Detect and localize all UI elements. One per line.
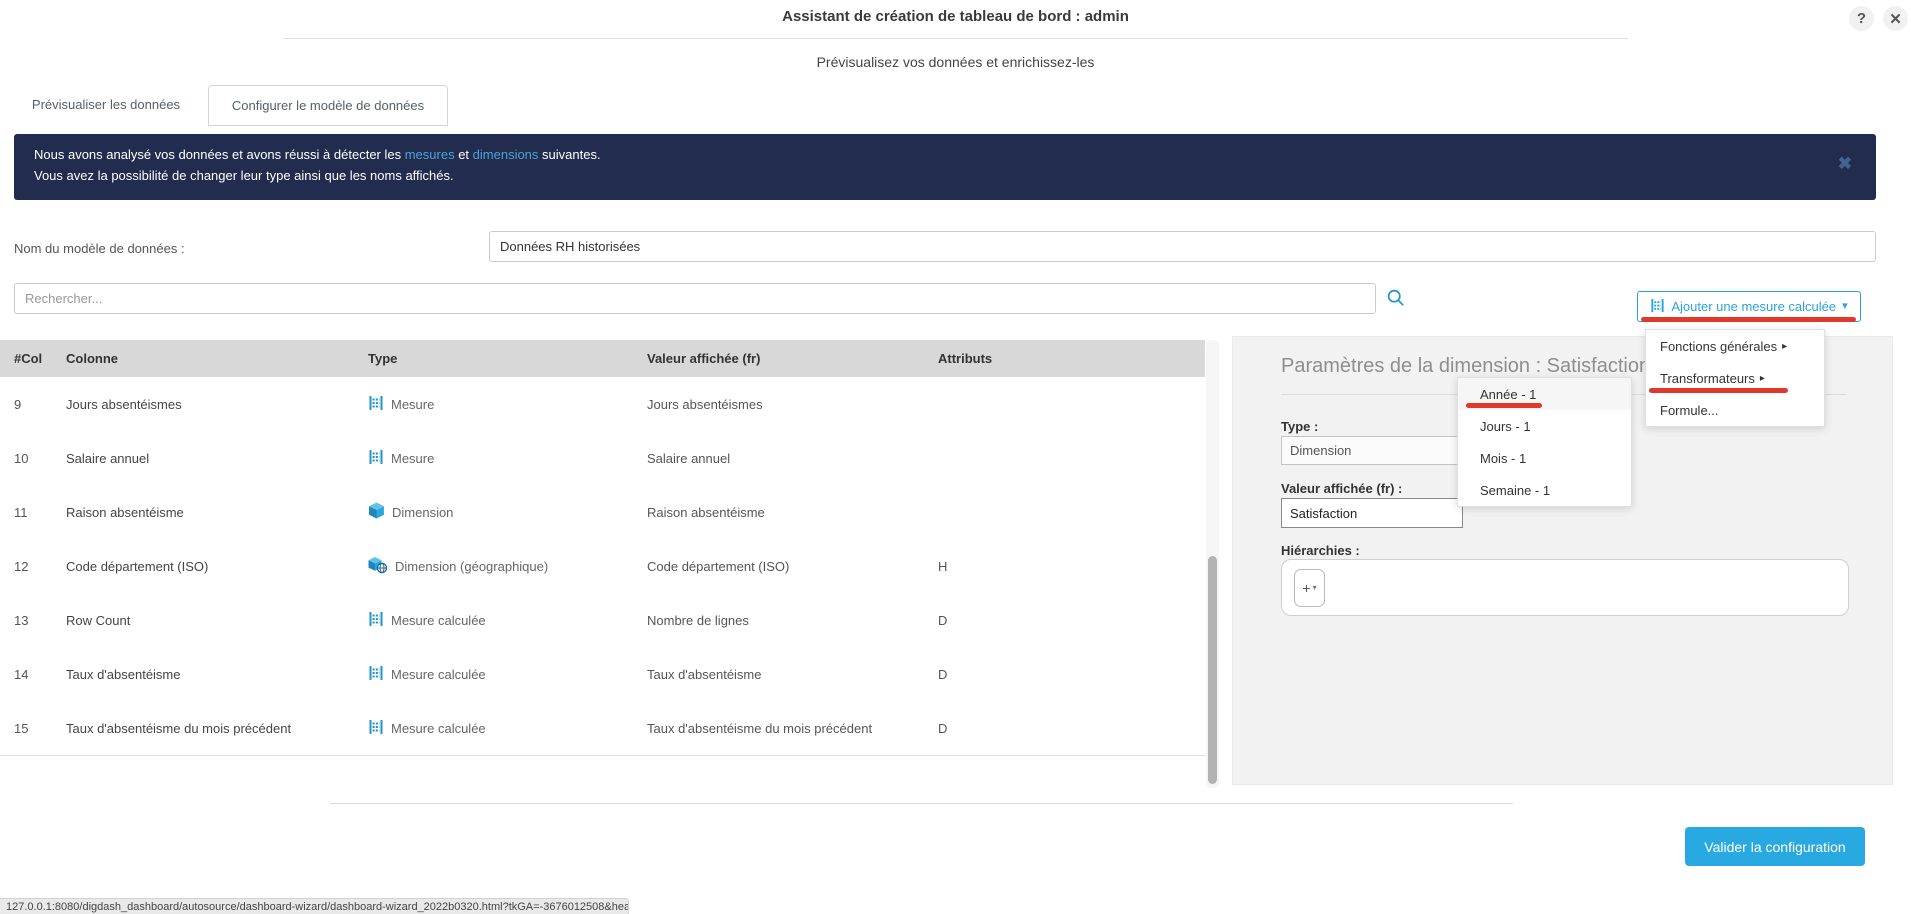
submenu-item-week-minus-1[interactable]: Semaine - 1	[1458, 474, 1631, 506]
banner-close-icon[interactable]: ✖	[1838, 154, 1852, 174]
validate-configuration-button[interactable]: Valider la configuration	[1685, 827, 1865, 866]
scrollbar-thumb[interactable]	[1208, 556, 1217, 784]
close-button[interactable]: ✕	[1883, 6, 1908, 31]
calculated-measure-icon	[368, 611, 384, 630]
table-row[interactable]: 9 Jours absentéismes Mesure Jours absent…	[0, 377, 1205, 432]
menu-item-general-functions[interactable]: Fonctions générales▸	[1646, 330, 1824, 362]
hierarchies-label: Hiérarchies :	[1281, 543, 1360, 558]
table-row[interactable]: 15 Taux d'absentéisme du mois précédent …	[0, 701, 1205, 756]
col-header-attrs: Attributs	[938, 351, 1205, 366]
footer-divider	[330, 803, 1513, 804]
col-header-type: Type	[368, 351, 647, 366]
calculated-measure-icon	[1650, 298, 1665, 316]
col-header-num: #Col	[0, 351, 66, 366]
table-scrollbar[interactable]	[1206, 340, 1219, 788]
display-value-label: Valeur affichée (fr) :	[1281, 481, 1402, 496]
submenu-arrow-icon: ▸	[1760, 373, 1765, 384]
dashboard-wizard-dialog: Assistant de création de tableau de bord…	[0, 0, 1911, 914]
col-header-column: Colonne	[66, 351, 368, 366]
table-row[interactable]: 14 Taux d'absentéisme Mesure calculée Ta…	[0, 647, 1205, 702]
chevron-down-icon: ▾	[1842, 301, 1848, 312]
type-label: Type :	[1281, 419, 1318, 434]
table-row[interactable]: 11 Raison absentéisme Dimension Raison a…	[0, 485, 1205, 540]
display-value-input[interactable]	[1281, 498, 1463, 528]
add-measure-menu: Fonctions générales▸ Transformateurs▸ Fo…	[1645, 329, 1825, 427]
calculated-measure-icon	[368, 719, 384, 738]
table-header: #Col Colonne Type Valeur affichée (fr) A…	[0, 340, 1205, 377]
submenu-arrow-icon: ▸	[1782, 341, 1787, 352]
measure-icon	[368, 395, 384, 414]
banner-line2: Vous avez la possibilité de changer leur…	[34, 168, 454, 183]
help-button[interactable]: ?	[1849, 6, 1874, 31]
submenu-item-month-minus-1[interactable]: Mois - 1	[1458, 442, 1631, 474]
measure-icon	[368, 449, 384, 468]
table-row[interactable]: 13 Row Count Mesure calculée Nombre de l…	[0, 593, 1205, 648]
menu-item-formula[interactable]: Formule...	[1646, 394, 1824, 426]
calculated-measure-icon	[368, 665, 384, 684]
dimensions-link[interactable]: dimensions	[473, 147, 539, 162]
header-divider	[283, 38, 1628, 39]
add-calculated-measure-label: Ajouter une mesure calculée	[1671, 299, 1836, 314]
banner-line1: Nous avons analysé vos données et avons …	[34, 147, 601, 162]
chevron-down-icon: ▾	[1313, 584, 1317, 592]
tab-preview-data[interactable]: Prévisualiser les données	[16, 85, 196, 124]
dimension-icon	[368, 502, 385, 522]
annotation-underline-transformers	[1649, 388, 1788, 393]
table-row[interactable]: 10 Salaire annuel Mesure Salaire annuel	[0, 431, 1205, 486]
model-name-input[interactable]	[489, 231, 1876, 262]
page-title: Assistant de création de tableau de bord…	[0, 8, 1911, 25]
annotation-underline-year	[1466, 403, 1542, 408]
hierarchies-box: +▾	[1281, 559, 1849, 616]
page-subtitle: Prévisualisez vos données et enrichissez…	[0, 54, 1911, 70]
search-input[interactable]	[14, 283, 1376, 314]
dimension-geographic-icon	[368, 556, 388, 577]
col-header-display: Valeur affichée (fr)	[647, 351, 938, 366]
annotation-underline-add-measure	[1641, 317, 1856, 322]
submenu-item-days-minus-1[interactable]: Jours - 1	[1458, 410, 1631, 442]
search-icon[interactable]	[1386, 288, 1406, 313]
analysis-info-banner: Nous avons analysé vos données et avons …	[14, 134, 1876, 200]
tab-configure-model[interactable]: Configurer le modèle de données	[208, 85, 448, 126]
transformers-submenu: Année - 1 Jours - 1 Mois - 1 Semaine - 1	[1457, 377, 1632, 507]
panel-title: Paramètres de la dimension : Satisfactio…	[1281, 355, 1650, 378]
add-hierarchy-button[interactable]: +▾	[1294, 569, 1325, 607]
browser-status-url: 127.0.0.1:8080/digdash_dashboard/autosou…	[0, 898, 629, 914]
model-name-label: Nom du modèle de données :	[14, 241, 185, 256]
measures-link[interactable]: mesures	[405, 147, 455, 162]
table-row[interactable]: 12 Code département (ISO) Dimension (géo…	[0, 539, 1205, 594]
type-select[interactable]	[1281, 436, 1469, 465]
